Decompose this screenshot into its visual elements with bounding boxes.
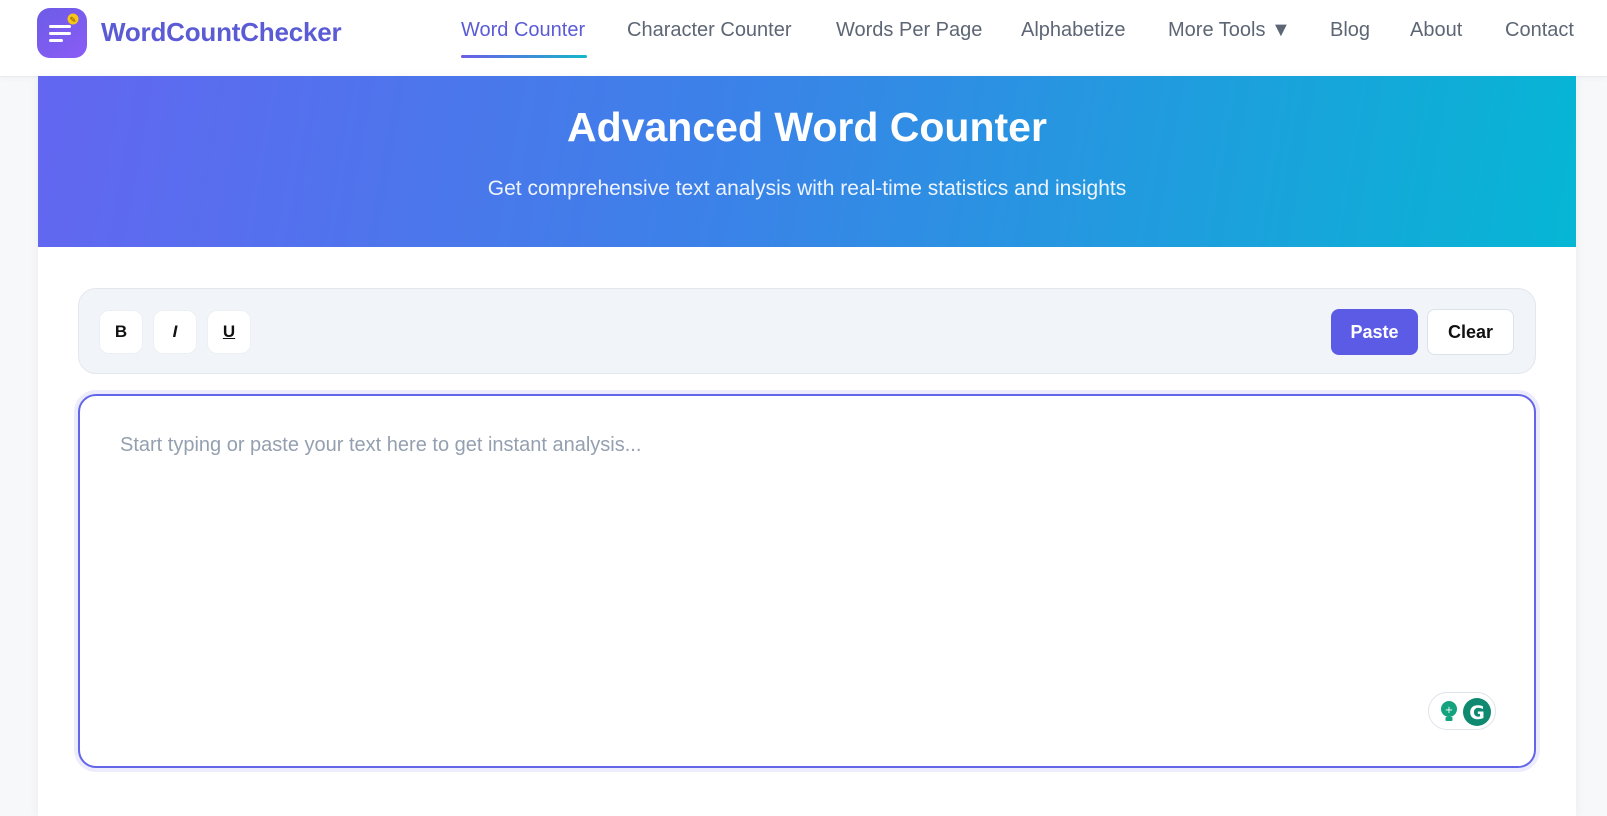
nav-blog[interactable]: Blog bbox=[1330, 19, 1370, 42]
brand-name[interactable]: WordCountChecker bbox=[101, 17, 342, 48]
page-title: Advanced Word Counter bbox=[567, 104, 1047, 150]
top-navigation-bar: ✎ WordCountChecker Word Counter Characte… bbox=[0, 0, 1607, 77]
svg-text:G: G bbox=[1469, 702, 1485, 724]
lightbulb-icon: + bbox=[1441, 701, 1457, 721]
logo-icon[interactable]: ✎ bbox=[37, 8, 87, 58]
nav-words-per-page[interactable]: Words Per Page bbox=[836, 19, 982, 42]
grammarly-g-icon: G bbox=[1463, 698, 1491, 726]
nav-alphabetize[interactable]: Alphabetize bbox=[1021, 19, 1126, 42]
svg-text:+: + bbox=[1445, 705, 1453, 716]
svg-text:✎: ✎ bbox=[70, 16, 77, 25]
underline-button[interactable]: U bbox=[207, 310, 251, 354]
clear-button[interactable]: Clear bbox=[1427, 309, 1514, 355]
nav-about[interactable]: About bbox=[1410, 19, 1462, 42]
nav-character-counter[interactable]: Character Counter bbox=[627, 19, 792, 42]
paste-button[interactable]: Paste bbox=[1331, 309, 1418, 355]
text-input[interactable] bbox=[118, 432, 1492, 736]
nav-word-counter[interactable]: Word Counter bbox=[461, 19, 585, 42]
text-editor: + G bbox=[78, 394, 1536, 768]
italic-button[interactable]: I bbox=[153, 310, 197, 354]
page-subtitle: Get comprehensive text analysis with rea… bbox=[487, 177, 1127, 200]
active-nav-indicator bbox=[461, 55, 587, 58]
hero-banner bbox=[38, 76, 1576, 247]
grammarly-widget[interactable]: + G bbox=[1428, 692, 1496, 730]
bold-button[interactable]: B bbox=[99, 310, 143, 354]
editor-toolbar: B I U Paste Clear bbox=[78, 288, 1536, 374]
nav-contact[interactable]: Contact bbox=[1505, 19, 1574, 42]
nav-more-tools[interactable]: More Tools ▼ bbox=[1168, 19, 1291, 42]
grammarly-icons: + G bbox=[1441, 698, 1491, 726]
